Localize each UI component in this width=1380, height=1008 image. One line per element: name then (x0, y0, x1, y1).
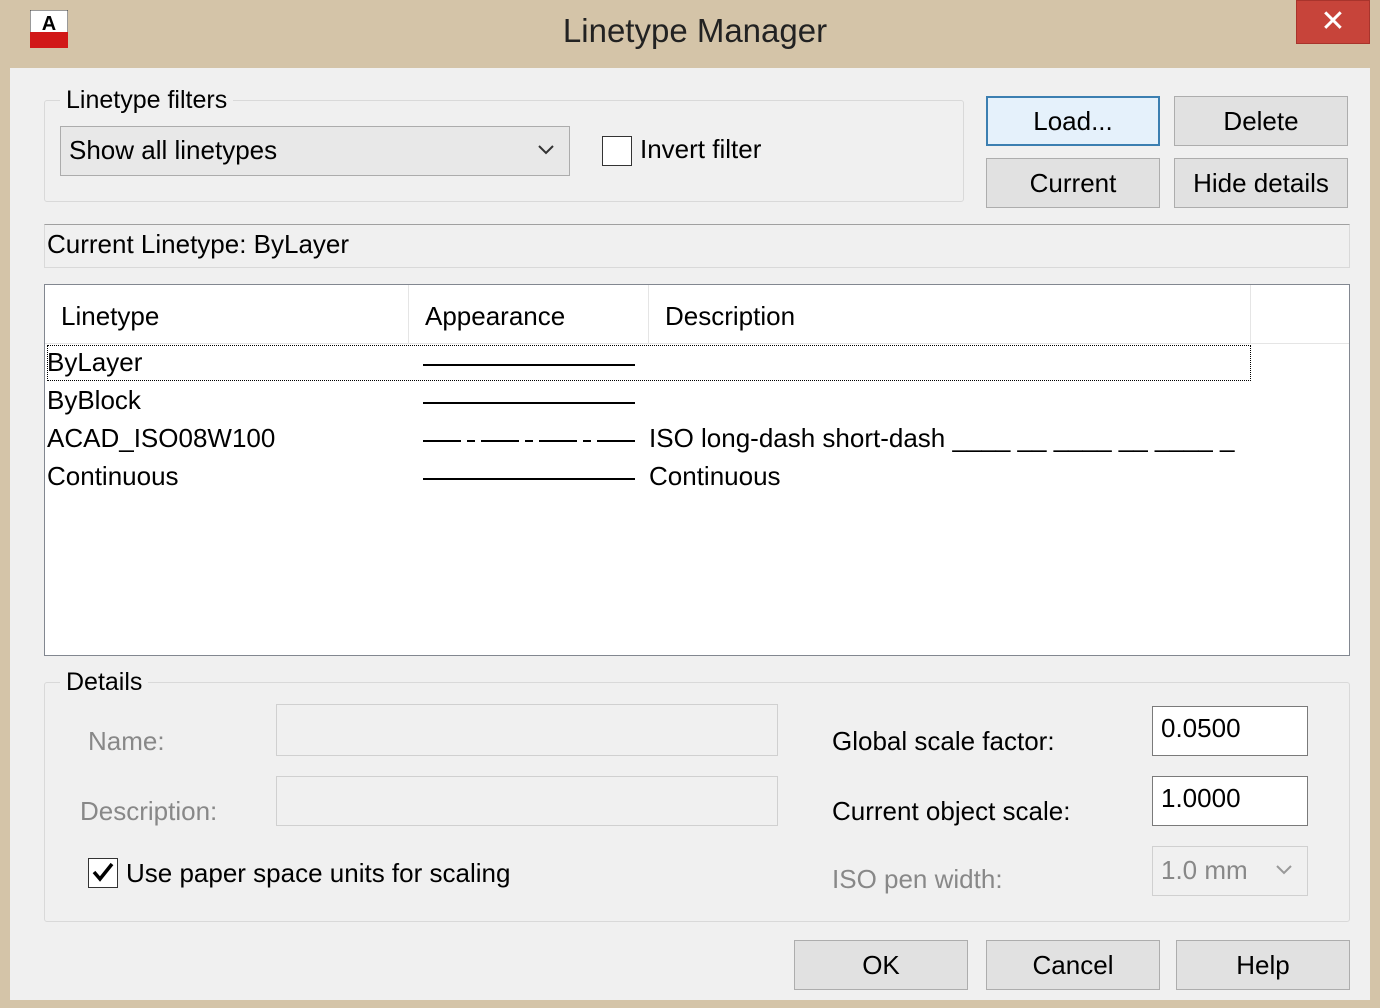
name-label: Name: (88, 726, 165, 756)
help-button-label: Help (1236, 950, 1290, 980)
appearance-solid-line (423, 402, 635, 404)
object-scale-input[interactable]: 1.0000 (1152, 776, 1308, 826)
cancel-button[interactable]: Cancel (986, 940, 1160, 990)
invert-filter-label[interactable]: Invert filter (640, 134, 761, 165)
global-scale-value: 0.0500 (1161, 713, 1241, 743)
chevron-down-icon (1275, 857, 1293, 883)
list-row-bylayer[interactable]: ByLayer (45, 345, 1349, 383)
load-button[interactable]: Load... (986, 96, 1160, 146)
current-button[interactable]: Current (986, 158, 1160, 208)
cancel-button-label: Cancel (1032, 950, 1114, 980)
row-linetype-name: ByBlock (47, 385, 141, 415)
iso-pen-width-label: ISO pen width: (832, 864, 1003, 894)
invert-filter-checkbox[interactable] (602, 136, 632, 166)
description-label: Description: (80, 796, 218, 826)
delete-button[interactable]: Delete (1174, 96, 1348, 146)
iso-pen-width-value: 1.0 mm (1161, 855, 1248, 885)
load-button-label: Load... (1033, 106, 1113, 136)
hide-details-button[interactable]: Hide details (1174, 158, 1348, 208)
row-linetype-name: ACAD_ISO08W100 (47, 423, 276, 453)
title-bar[interactable]: A Linetype Manager ✕ (0, 0, 1380, 68)
appearance-dash-line (423, 440, 635, 442)
list-row-continuous[interactable]: Continuous Continuous (45, 459, 1349, 497)
help-button[interactable]: Help (1176, 940, 1350, 990)
linetype-list[interactable]: Linetype Appearance Description ByLayer … (44, 284, 1350, 656)
current-linetype-text: Current Linetype: ByLayer (47, 229, 350, 259)
window-title: Linetype Manager (562, 12, 828, 49)
row-description: ISO long-dash short-dash ____ __ ____ __… (649, 423, 1235, 453)
column-header-linetype[interactable]: Linetype (45, 285, 409, 343)
row-linetype-name: Continuous (47, 461, 179, 491)
linetype-manager-window: A Linetype Manager ✕ Linetype filters Sh… (0, 0, 1380, 1008)
close-button[interactable]: ✕ (1296, 0, 1370, 44)
appearance-solid-line (423, 364, 635, 366)
chevron-down-icon (537, 137, 555, 163)
list-row-acad-iso08w100[interactable]: ACAD_ISO08W100 ISO long-dash short-dash … (45, 421, 1349, 459)
global-scale-label: Global scale factor: (832, 726, 1055, 756)
object-scale-label: Current object scale: (832, 796, 1071, 826)
checkmark-icon (92, 862, 114, 882)
ok-button-label: OK (862, 950, 900, 980)
list-row-byblock[interactable]: ByBlock (45, 383, 1349, 421)
list-header: Linetype Appearance Description (45, 285, 1349, 344)
row-linetype-name: ByLayer (47, 347, 143, 377)
column-header-description[interactable]: Description (649, 285, 1251, 343)
hide-details-button-label: Hide details (1193, 168, 1329, 198)
current-button-label: Current (1029, 168, 1117, 198)
global-scale-input[interactable]: 0.0500 (1152, 706, 1308, 756)
linetype-filter-value: Show all linetypes (69, 135, 278, 165)
paper-space-label[interactable]: Use paper space units for scaling (126, 858, 510, 889)
details-legend: Details (60, 668, 149, 697)
linetype-filter-select[interactable]: Show all linetypes (60, 126, 570, 176)
appearance-solid-line (423, 478, 635, 480)
current-linetype-bar: Current Linetype: ByLayer (44, 224, 1350, 268)
dialog-client-area: Linetype filters Show all linetypes Inve… (10, 68, 1370, 1000)
column-header-appearance[interactable]: Appearance (409, 285, 649, 343)
ok-button[interactable]: OK (794, 940, 968, 990)
linetype-filters-legend: Linetype filters (60, 86, 234, 115)
iso-pen-width-select[interactable]: 1.0 mm (1152, 846, 1308, 896)
name-field[interactable] (276, 704, 778, 756)
description-field[interactable] (276, 776, 778, 826)
close-icon: ✕ (1320, 5, 1346, 38)
row-description: Continuous (649, 461, 781, 491)
paper-space-checkbox[interactable] (88, 858, 118, 888)
delete-button-label: Delete (1223, 106, 1299, 136)
object-scale-value: 1.0000 (1161, 783, 1241, 813)
